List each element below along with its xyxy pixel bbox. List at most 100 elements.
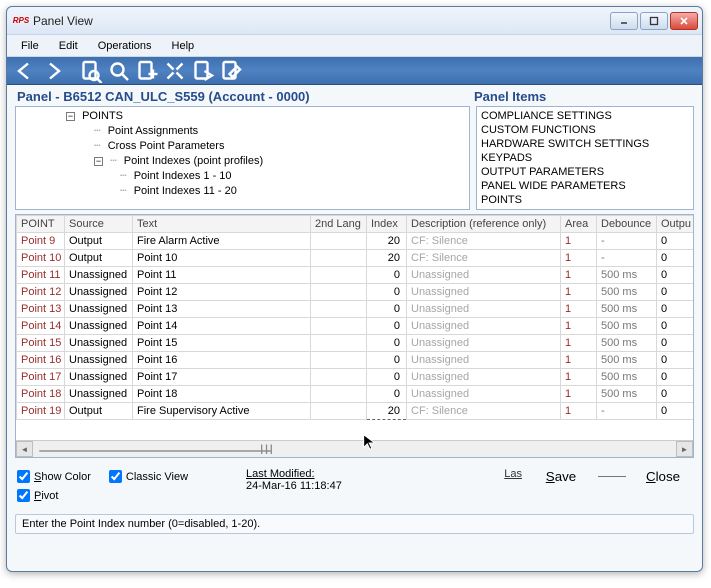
cell[interactable]: 1: [561, 250, 597, 267]
cell[interactable]: Unassigned: [407, 335, 561, 352]
cell[interactable]: Point 11: [133, 267, 311, 284]
cell[interactable]: 500 ms: [597, 284, 657, 301]
table-row[interactable]: Point 19OutputFire Supervisory Active20C…: [17, 403, 694, 420]
pivot-checkbox[interactable]: Pivot: [17, 489, 91, 502]
cell[interactable]: [311, 386, 367, 403]
cell[interactable]: [311, 267, 367, 284]
cell[interactable]: 1: [561, 369, 597, 386]
cell[interactable]: Unassigned: [65, 301, 133, 318]
cell[interactable]: Unassigned: [407, 284, 561, 301]
cell[interactable]: [311, 335, 367, 352]
col-source[interactable]: Source: [65, 216, 133, 233]
cell[interactable]: Point 13: [17, 301, 65, 318]
cell[interactable]: Output: [65, 250, 133, 267]
cell[interactable]: 0: [657, 352, 694, 369]
cell[interactable]: Point 18: [133, 386, 311, 403]
table-row[interactable]: Point 12UnassignedPoint 120Unassigned150…: [17, 284, 694, 301]
cell[interactable]: [311, 369, 367, 386]
cell[interactable]: 0: [367, 284, 407, 301]
cell[interactable]: Point 15: [133, 335, 311, 352]
col-description[interactable]: Description (reference only): [407, 216, 561, 233]
menu-operations[interactable]: Operations: [90, 38, 160, 54]
cell[interactable]: 20: [367, 250, 407, 267]
panel-items-list[interactable]: COMPLIANCE SETTINGSCUSTOM FUNCTIONSHARDW…: [476, 106, 694, 210]
page-arrow-icon[interactable]: [191, 60, 215, 82]
find-doc-icon[interactable]: [79, 60, 103, 82]
cell[interactable]: 0: [367, 386, 407, 403]
cell[interactable]: Point 19: [17, 403, 65, 420]
horizontal-scrollbar[interactable]: ◄ ┃┃┃ ►: [16, 440, 693, 457]
close-window-button[interactable]: [670, 12, 698, 30]
cell[interactable]: Fire Supervisory Active: [133, 403, 311, 420]
table-row[interactable]: Point 18UnassignedPoint 180Unassigned150…: [17, 386, 694, 403]
data-grid[interactable]: POINT Source Text 2nd Lang Index Descrip…: [16, 215, 693, 440]
cell[interactable]: Point 17: [133, 369, 311, 386]
list-item[interactable]: POINTS: [481, 193, 689, 207]
show-color-checkbox[interactable]: Show Color: [17, 470, 91, 483]
cell[interactable]: 0: [657, 386, 694, 403]
list-item[interactable]: PANEL WIDE PARAMETERS: [481, 179, 689, 193]
scroll-left-icon[interactable]: ◄: [16, 441, 33, 457]
list-item[interactable]: HARDWARE SWITCH SETTINGS: [481, 137, 689, 151]
cell[interactable]: 1: [561, 335, 597, 352]
cell[interactable]: 0: [657, 233, 694, 250]
cell[interactable]: 0: [657, 318, 694, 335]
tree-node-point-indexes[interactable]: − ┄ Point Indexes (point profiles): [20, 154, 465, 169]
table-row[interactable]: Point 13UnassignedPoint 130Unassigned150…: [17, 301, 694, 318]
cell[interactable]: Unassigned: [407, 318, 561, 335]
table-row[interactable]: Point 15UnassignedPoint 150Unassigned150…: [17, 335, 694, 352]
cell[interactable]: -: [597, 233, 657, 250]
cell[interactable]: Point 14: [17, 318, 65, 335]
tree-node-cross-point[interactable]: ┄ Cross Point Parameters: [20, 139, 465, 154]
col-point[interactable]: POINT: [17, 216, 65, 233]
tools-icon[interactable]: [163, 60, 187, 82]
col-index[interactable]: Index: [367, 216, 407, 233]
list-item[interactable]: KEYPADS: [481, 151, 689, 165]
tree-node-index-11-20[interactable]: ┄ Point Indexes 11 - 20: [20, 184, 465, 199]
tree-view[interactable]: − POINTS ┄ Point Assignments ┄ Cross Poi…: [15, 106, 470, 210]
cell[interactable]: Fire Alarm Active: [133, 233, 311, 250]
table-row[interactable]: Point 14UnassignedPoint 140Unassigned150…: [17, 318, 694, 335]
cell[interactable]: 0: [657, 284, 694, 301]
cell[interactable]: [311, 233, 367, 250]
col-area[interactable]: Area: [561, 216, 597, 233]
col-debounce[interactable]: Debounce: [597, 216, 657, 233]
cell[interactable]: -: [597, 403, 657, 420]
cell[interactable]: Point 15: [17, 335, 65, 352]
col-text[interactable]: Text: [133, 216, 311, 233]
cell[interactable]: 500 ms: [597, 386, 657, 403]
cell[interactable]: 0: [367, 318, 407, 335]
cell[interactable]: [311, 301, 367, 318]
tree-node-index-1-10[interactable]: ┄ Point Indexes 1 - 10: [20, 169, 465, 184]
menu-help[interactable]: Help: [164, 38, 203, 54]
cell[interactable]: -: [597, 250, 657, 267]
back-icon[interactable]: [13, 60, 37, 82]
cell[interactable]: 0: [367, 267, 407, 284]
list-item[interactable]: CUSTOM FUNCTIONS: [481, 123, 689, 137]
table-row[interactable]: Point 9OutputFire Alarm Active20CF: Sile…: [17, 233, 694, 250]
cell[interactable]: 0: [657, 250, 694, 267]
cell[interactable]: Point 12: [17, 284, 65, 301]
cell[interactable]: CF: Silence: [407, 233, 561, 250]
col-output[interactable]: Outpu: [657, 216, 694, 233]
cell[interactable]: Point 18: [17, 386, 65, 403]
menu-file[interactable]: File: [13, 38, 47, 54]
cell[interactable]: 0: [657, 369, 694, 386]
cell[interactable]: 0: [657, 301, 694, 318]
collapse-icon[interactable]: −: [94, 157, 103, 166]
cell[interactable]: 20: [367, 233, 407, 250]
cell[interactable]: [311, 284, 367, 301]
cell[interactable]: 1: [561, 318, 597, 335]
cell[interactable]: CF: Silence: [407, 403, 561, 420]
cell[interactable]: Point 10: [17, 250, 65, 267]
cell[interactable]: 1: [561, 403, 597, 420]
cell[interactable]: [311, 318, 367, 335]
cell[interactable]: Unassigned: [65, 352, 133, 369]
close-button[interactable]: Close: [634, 468, 692, 485]
cell[interactable]: Output: [65, 233, 133, 250]
cell[interactable]: 0: [367, 352, 407, 369]
tree-node-points[interactable]: − POINTS: [20, 109, 465, 124]
cell[interactable]: 1: [561, 284, 597, 301]
cell[interactable]: Unassigned: [65, 369, 133, 386]
cell[interactable]: Unassigned: [407, 267, 561, 284]
